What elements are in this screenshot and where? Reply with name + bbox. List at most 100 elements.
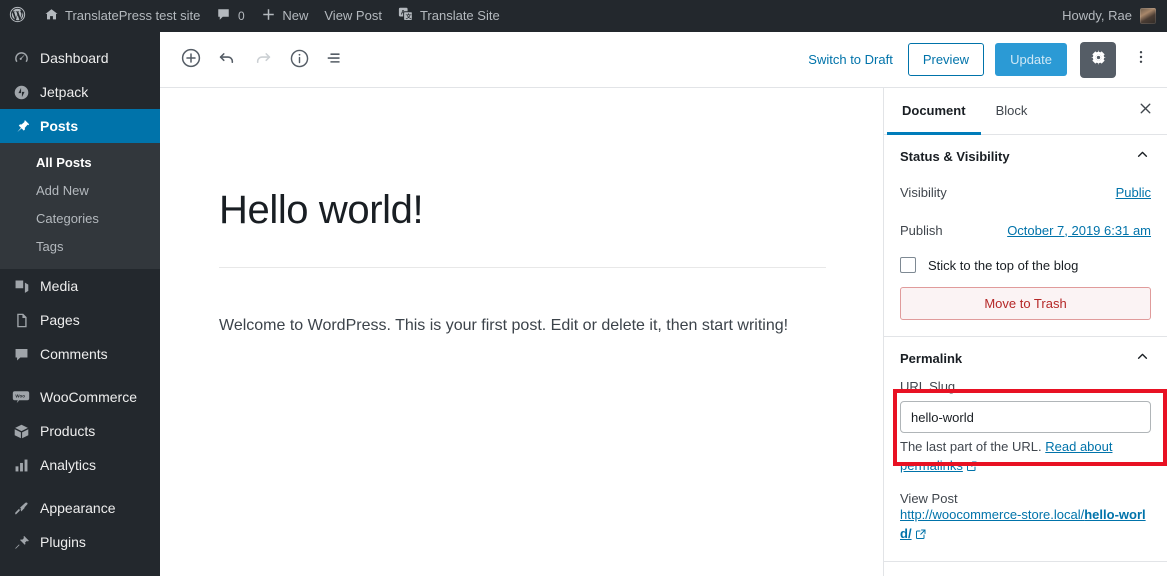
media-icon	[11, 276, 31, 296]
permalink-help-text: The last part of the URL. Read about per…	[900, 438, 1151, 478]
wordpress-logo-button[interactable]	[0, 0, 36, 32]
howdy-label: Howdy, Rae	[1062, 0, 1132, 32]
chevron-up-icon	[1134, 146, 1151, 166]
sidebar-item-pages[interactable]: Pages	[0, 303, 160, 337]
info-circle-icon	[288, 47, 311, 73]
panel-tab-bar: Document Block	[884, 88, 1167, 135]
translate-icon: A 文	[398, 7, 414, 25]
tab-label: Block	[996, 103, 1028, 118]
visibility-label: Visibility	[900, 185, 947, 200]
publish-date-button[interactable]: October 7, 2019 6:31 am	[1007, 223, 1151, 238]
site-name-label: TranslatePress test site	[65, 0, 200, 32]
settings-sidebar: Document Block Status & Visibility	[883, 88, 1167, 576]
sidebar-item-comments[interactable]: Comments	[0, 337, 160, 371]
sidebar-item-dashboard[interactable]: Dashboard	[0, 41, 160, 75]
url-slug-label: URL Slug	[900, 379, 1151, 394]
paintbrush-icon	[11, 498, 31, 518]
status-visibility-body: Visibility Public Publish October 7, 201…	[884, 177, 1167, 336]
tab-block[interactable]: Block	[981, 88, 1043, 135]
comments-icon	[11, 344, 31, 364]
tab-document[interactable]: Document	[887, 88, 981, 135]
tab-label: Document	[902, 103, 966, 118]
plus-icon	[261, 7, 276, 25]
woocommerce-icon: Woo	[11, 387, 31, 407]
admin-sidebar: Dashboard Jetpack Posts All Posts Add Ne…	[0, 32, 160, 576]
settings-button[interactable]	[1080, 42, 1116, 78]
permalink-header[interactable]: Permalink	[884, 337, 1167, 379]
url-slug-input[interactable]	[900, 401, 1151, 433]
translate-site-menu[interactable]: A 文 Translate Site	[390, 0, 508, 32]
switch-to-draft-button[interactable]: Switch to Draft	[804, 52, 897, 67]
redo-button[interactable]	[245, 42, 281, 78]
external-link-icon	[966, 459, 978, 478]
posts-submenu: All Posts Add New Categories Tags	[0, 143, 160, 269]
sidebar-item-add-new[interactable]: Add New	[0, 177, 160, 205]
list-view-icon	[324, 47, 346, 72]
comment-bubble-icon	[216, 7, 231, 25]
undo-arrow-icon	[216, 47, 238, 72]
sidebar-item-all-posts[interactable]: All Posts	[0, 149, 160, 177]
view-post-label: View Post	[324, 0, 382, 32]
sidebar-item-products[interactable]: Products	[0, 414, 160, 448]
sidebar-item-media[interactable]: Media	[0, 269, 160, 303]
sidebar-item-label: Comments	[40, 346, 108, 362]
gear-icon	[1089, 48, 1108, 72]
view-post-link[interactable]: http://woocommerce-store.local/hello-wor…	[900, 507, 1146, 541]
sidebar-item-posts[interactable]: Posts	[0, 109, 160, 143]
update-button[interactable]: Update	[995, 43, 1067, 76]
plug-icon	[11, 532, 31, 552]
submenu-label: All Posts	[36, 155, 92, 170]
post-paragraph-block[interactable]: Welcome to WordPress. This is your first…	[219, 313, 829, 339]
sidebar-item-label: Analytics	[40, 457, 96, 473]
sidebar-item-analytics[interactable]: Analytics	[0, 448, 160, 482]
block-editor: Switch to Draft Preview Update	[160, 32, 1167, 576]
view-post-menu[interactable]: View Post	[316, 0, 390, 32]
view-post-url-prefix: http://woocommerce-store.local/	[900, 507, 1084, 522]
sidebar-item-label: Posts	[40, 118, 78, 134]
sidebar-top-spacer	[0, 32, 160, 41]
permalink-body: URL Slug The last part of the URL. Read …	[884, 379, 1167, 561]
dashboard-icon	[11, 48, 31, 68]
close-sidebar-button[interactable]	[1123, 88, 1167, 134]
add-block-plus-circle-icon	[179, 46, 203, 73]
visibility-row: Visibility Public	[900, 177, 1151, 207]
sidebar-item-tags[interactable]: Tags	[0, 233, 160, 261]
move-to-trash-button[interactable]: Move to Trash	[900, 287, 1151, 320]
more-options-button[interactable]	[1127, 42, 1155, 78]
svg-text:Woo: Woo	[15, 393, 25, 398]
sidebar-separator-2	[0, 482, 160, 491]
sidebar-item-woocommerce[interactable]: Woo WooCommerce	[0, 380, 160, 414]
status-visibility-header[interactable]: Status & Visibility	[884, 135, 1167, 177]
post-content-area[interactable]: Hello world! Welcome to WordPress. This …	[160, 88, 883, 576]
sidebar-item-label: WooCommerce	[40, 389, 137, 405]
pages-icon	[11, 310, 31, 330]
sidebar-item-plugins[interactable]: Plugins	[0, 525, 160, 559]
sidebar-item-jetpack[interactable]: Jetpack	[0, 75, 160, 109]
new-content-menu[interactable]: New	[253, 0, 316, 32]
kebab-more-icon	[1132, 48, 1150, 71]
sidebar-item-appearance[interactable]: Appearance	[0, 491, 160, 525]
jetpack-icon	[11, 82, 31, 102]
visibility-value-button[interactable]: Public	[1116, 185, 1151, 200]
sticky-checkbox-row[interactable]: Stick to the top of the blog	[900, 257, 1151, 273]
post-title[interactable]: Hello world!	[219, 187, 829, 233]
sticky-checkbox[interactable]	[900, 257, 916, 273]
sidebar-item-categories[interactable]: Categories	[0, 205, 160, 233]
comments-menu[interactable]: 0	[208, 0, 253, 32]
preview-button[interactable]: Preview	[908, 43, 984, 76]
list-view-button[interactable]	[317, 42, 353, 78]
permalink-section: Permalink URL Slug The last part of the …	[884, 337, 1167, 562]
submenu-label: Tags	[36, 239, 63, 254]
publish-row: Publish October 7, 2019 6:31 am	[900, 215, 1151, 245]
pin-icon	[11, 116, 31, 136]
user-avatar	[1140, 8, 1156, 24]
analytics-bars-icon	[11, 455, 31, 475]
content-info-button[interactable]	[281, 42, 317, 78]
undo-button[interactable]	[209, 42, 245, 78]
view-post-label: View Post	[900, 491, 1151, 506]
sidebar-item-label: Jetpack	[40, 84, 88, 100]
add-block-button[interactable]	[173, 42, 209, 78]
site-name-menu[interactable]: TranslatePress test site	[36, 0, 208, 32]
sidebar-item-label: Products	[40, 423, 95, 439]
account-menu[interactable]: Howdy, Rae	[1062, 0, 1167, 32]
